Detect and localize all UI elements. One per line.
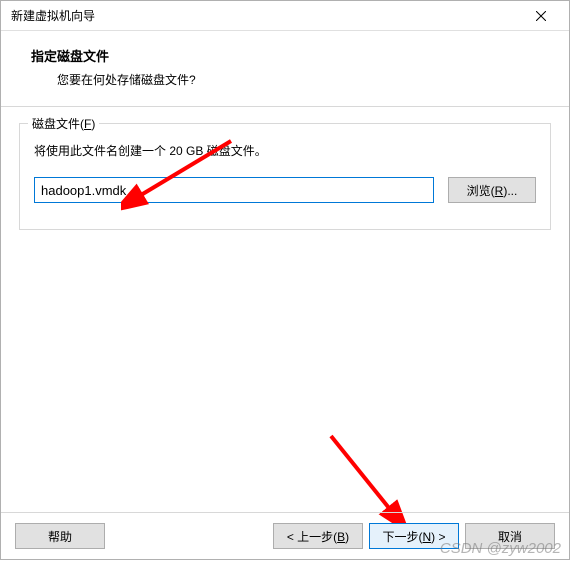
disk-file-group: 磁盘文件(F) 将使用此文件名创建一个 20 GB 磁盘文件。 浏览(R)... [19,123,551,230]
titlebar: 新建虚拟机向导 [1,1,569,31]
next-accel: N [422,530,431,544]
footer: 帮助 < 上一步(B) 下一步(N) > 取消 [1,512,569,559]
wizard-window: 新建虚拟机向导 指定磁盘文件 您要在何处存储磁盘文件? 磁盘文件(F) 将使用此… [0,0,570,560]
next-button[interactable]: 下一步(N) > [369,523,459,549]
group-legend-prefix: 磁盘文件( [32,117,84,131]
back-prefix: < 上一步( [287,530,337,544]
group-legend: 磁盘文件(F) [28,115,99,132]
group-legend-suffix: ) [91,117,95,131]
window-title: 新建虚拟机向导 [11,7,95,24]
back-accel: B [337,530,345,544]
back-button[interactable]: < 上一步(B) [273,523,363,549]
header-subtitle: 您要在何处存储磁盘文件? [31,71,549,88]
browse-prefix: 浏览( [467,184,495,198]
browse-button[interactable]: 浏览(R)... [448,177,536,203]
close-icon [536,11,546,21]
content: 磁盘文件(F) 将使用此文件名创建一个 20 GB 磁盘文件。 浏览(R)... [1,107,569,230]
header-title: 指定磁盘文件 [31,46,549,65]
next-prefix: 下一步( [382,530,422,544]
file-row: 浏览(R)... [34,177,536,203]
header: 指定磁盘文件 您要在何处存储磁盘文件? [1,31,569,106]
next-suffix: ) > [431,530,445,544]
back-suffix: ) [345,530,349,544]
browse-suffix: )... [503,184,517,198]
group-description: 将使用此文件名创建一个 20 GB 磁盘文件。 [34,142,536,159]
close-button[interactable] [521,2,561,30]
disk-file-input[interactable] [34,177,434,203]
help-button[interactable]: 帮助 [15,523,105,549]
cancel-button[interactable]: 取消 [465,523,555,549]
